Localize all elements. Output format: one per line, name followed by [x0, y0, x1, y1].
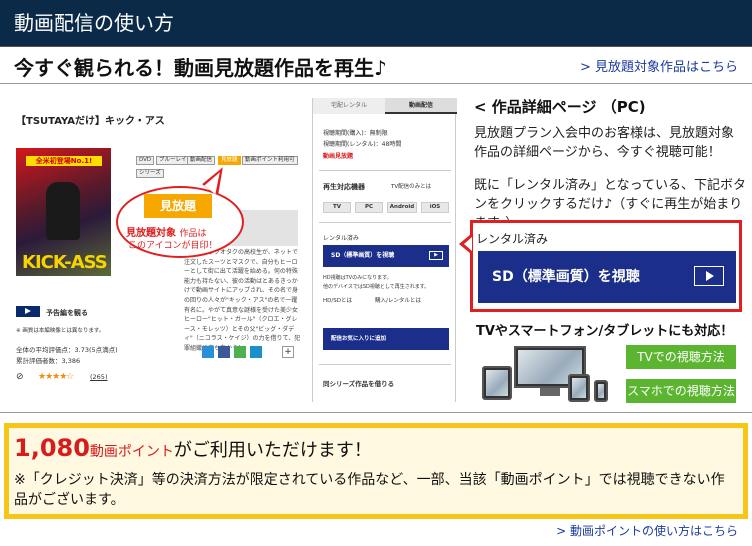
tab-stream[interactable]: 動画配信: [385, 98, 457, 114]
divider: [0, 412, 752, 413]
devices-illustration: [480, 344, 616, 404]
star-rating: ★★★★☆: [38, 372, 74, 382]
play-icon: ▶: [429, 251, 443, 260]
rating-count: 累計評価者数：3,386: [16, 357, 81, 365]
streaming-panel: 宅配レンタル 動画配信 視聴期間(購入)：無制限 視聴期間(レンタル)：48時間…: [312, 98, 457, 402]
device-support-title: TVやスマートフォン/タブレットにも対応！: [476, 324, 734, 339]
sd-watch-button[interactable]: SD（標準画質）を視聴: [478, 251, 736, 303]
tab-rental[interactable]: 宅配レンタル: [313, 98, 385, 114]
tag-stream[interactable]: 動画配信: [187, 156, 216, 165]
poster-figure: [46, 182, 80, 240]
section-title: 今すぐ観られる！動画見放題作品を再生♪: [14, 56, 387, 80]
phone-howto-button[interactable]: スマホでの視聴方法: [626, 379, 736, 403]
sd-watch-button-small[interactable]: SD（標準画質）を視聴 ▶: [323, 245, 449, 267]
trailer-label[interactable]: 予告編を観る: [46, 308, 88, 318]
points-note: ※「クレジット決済」等の決済方法が限定されている作品など、一部、当該「動画ポイン…: [14, 472, 725, 508]
poster-banner: 全米初登場No.1!: [26, 156, 102, 166]
no-icon: ⊘: [16, 372, 24, 382]
play-icon: [694, 266, 724, 286]
plus-icon[interactable]: +: [282, 346, 294, 358]
period-buy: 視聴期間(購入)：無制限: [323, 130, 388, 137]
device-android: Android: [387, 202, 417, 213]
avg-rating: 全体の平均評価点：3.73(5点満点): [16, 346, 118, 354]
pc-para-1: 見放題プラン入会中のお客様は、見放題対象作品の詳細ページから、今すぐ視聴可能！: [474, 126, 735, 160]
points-amount: 1,080: [14, 434, 90, 462]
device-ios: iOS: [421, 202, 449, 213]
divider: [0, 83, 752, 84]
product-page-screenshot: 【TSUTAYAだけ】キック・アス 全米初登場No.1! KICK-ASS 予告…: [6, 96, 460, 402]
points-suffix: がご利用いただけます！: [173, 440, 372, 461]
divider: [319, 364, 451, 365]
tablet-device-icon: [482, 366, 512, 400]
buy-rental-link[interactable]: 購入/レンタルとは: [375, 296, 421, 304]
review-count[interactable]: (265): [90, 373, 107, 381]
tv-only-link[interactable]: TV配信のみとは: [391, 182, 431, 190]
bookmark-icon[interactable]: [250, 346, 262, 358]
points-headline: 1,080動画ポイントがご利用いただけます！: [14, 434, 372, 462]
series-link[interactable]: 同シリーズ作品を借りる: [323, 378, 394, 388]
points-howto-link[interactable]: > 動画ポイントの使い方はこちら: [556, 522, 738, 539]
tag-point[interactable]: 動画ポイント利用可: [242, 156, 298, 165]
hd-note-2: 他のデバイスではSD視聴として再生されます。: [323, 284, 430, 290]
callout-line1: 見放題対象 作品は: [126, 224, 207, 239]
hd-note-1: HD視聴はTVのみになります。: [323, 275, 392, 281]
highlight-pointer-inner: [464, 237, 472, 251]
mihodai-list-link[interactable]: > 見放題対象作品はこちら: [580, 56, 738, 75]
divider: [319, 222, 451, 223]
callout-line2: このアイコンが目印！: [128, 241, 218, 251]
tag-series[interactable]: シリーズ: [136, 169, 164, 178]
favorite-button[interactable]: 配信お気に入りに追加: [323, 328, 449, 350]
tag-bluray[interactable]: ブルーレイ: [156, 156, 190, 165]
tv-stand: [540, 388, 560, 396]
product-title: 【TSUTAYAだけ】キック・アス: [16, 116, 165, 127]
sd-button-label: SD（標準画質）を視聴: [492, 269, 640, 285]
mixi-icon[interactable]: [234, 346, 246, 358]
devices-label: 再生対応機器: [323, 183, 365, 191]
tv-howto-button[interactable]: TVでの視聴方法: [626, 345, 736, 369]
mihodai-label: 動画見放題: [323, 153, 354, 160]
device-tv: TV: [323, 202, 351, 213]
poster-title: KICK-ASS: [22, 252, 108, 273]
points-unit: 動画ポイント: [89, 444, 174, 460]
synopsis: は、コミックオタクの高校生が、ネットで注文したスーツとマスクで、自分もヒーローと…: [184, 249, 301, 352]
divider: [0, 46, 752, 47]
tag-mihodai[interactable]: 見放題: [218, 156, 241, 165]
twitter-icon[interactable]: [202, 346, 214, 358]
pc-section-title: < 作品詳細ページ （PC): [474, 98, 646, 116]
page-header: 動画配信の使い方: [0, 0, 752, 46]
sd-button-small-label: SD（標準画質）を視聴: [331, 252, 395, 259]
mihodai-badge: 見放題: [144, 194, 212, 218]
facebook-icon[interactable]: [218, 346, 230, 358]
hd-sd-link[interactable]: HD/SDとは: [323, 296, 352, 304]
tag-dvd[interactable]: DVD: [136, 156, 155, 165]
rental-status: レンタル済み: [323, 235, 360, 242]
divider: [319, 170, 451, 171]
trailer-note: ※ 画質は本編映像とは異なります。: [16, 328, 105, 334]
rental-status-label: レンタル済み: [476, 232, 549, 246]
movie-poster: 全米初登場No.1! KICK-ASS: [16, 148, 111, 276]
trailer-play-icon[interactable]: [16, 306, 40, 317]
phone-device-icon: [594, 380, 608, 402]
tablet-small-device-icon: [568, 374, 590, 402]
period-rental: 視聴期間(レンタル)：48時間: [323, 141, 402, 148]
device-pc: PC: [355, 202, 383, 213]
